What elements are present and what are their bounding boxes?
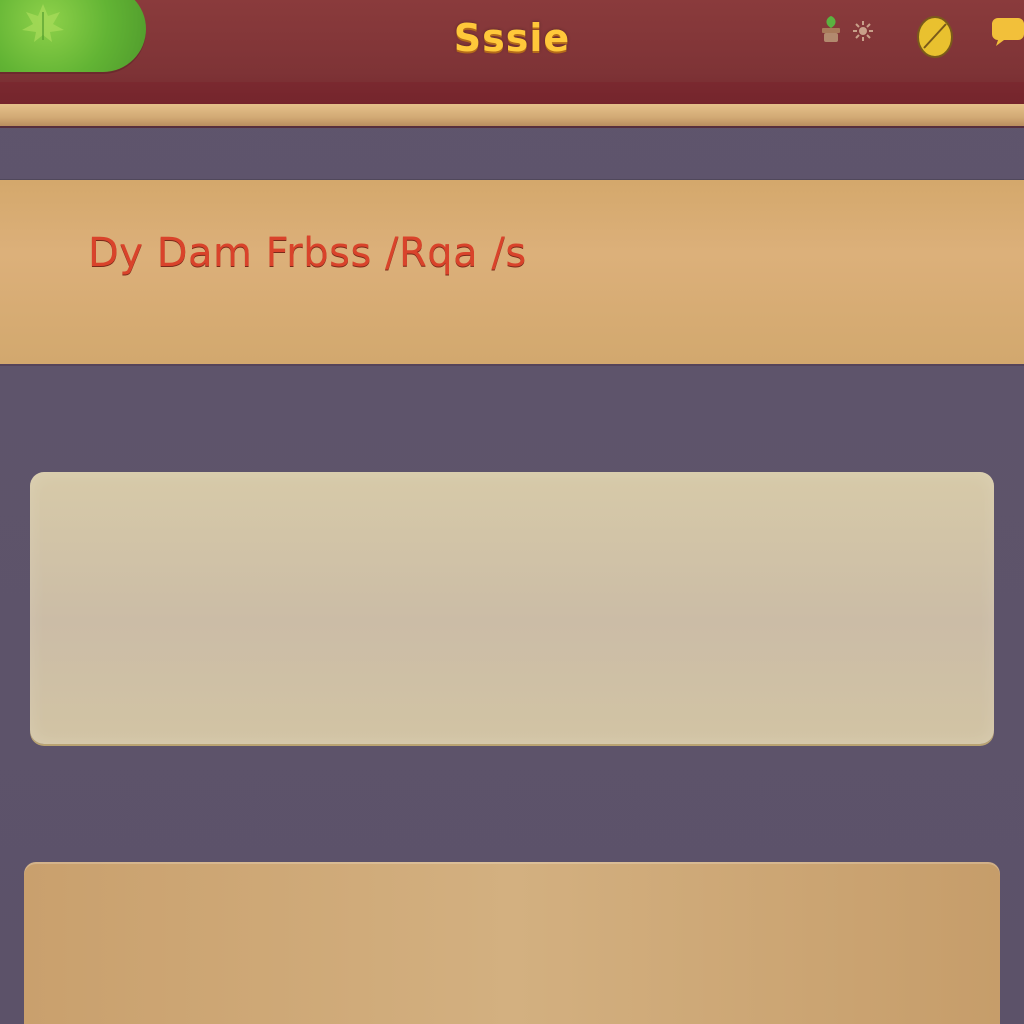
content-panel-tan: [24, 862, 1000, 1024]
banner-text: Dy Dam Frbss /Rqa /s: [88, 230, 527, 276]
content-panel-light: [30, 472, 994, 744]
banner: Dy Dam Frbss /Rqa /s: [0, 180, 1024, 364]
speech-bubble-icon[interactable]: [990, 14, 1024, 48]
header-trim: [0, 104, 1024, 126]
leaf-coin-icon[interactable]: [914, 14, 956, 60]
app-screen: Sssie Dy Dam Frbss /Rqa /s: [0, 0, 1024, 1024]
top-bar: Sssie: [0, 0, 1024, 104]
plant-icon[interactable]: [818, 14, 844, 44]
sun-icon[interactable]: [852, 20, 874, 42]
